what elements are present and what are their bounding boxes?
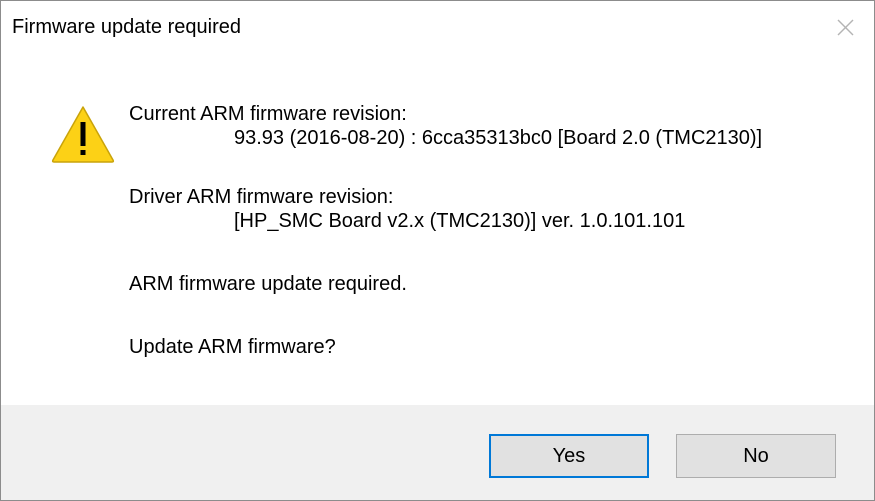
- driver-firmware-label: Driver ARM firmware revision:: [129, 186, 394, 208]
- no-button[interactable]: No: [676, 434, 836, 478]
- yes-button[interactable]: Yes: [489, 434, 649, 478]
- update-required-text: ARM firmware update required.: [129, 273, 407, 295]
- message-area: Current ARM firmware revision: 93.93 (20…: [1, 55, 874, 405]
- title-bar: Firmware update required: [1, 1, 874, 55]
- message-text: Current ARM firmware revision: 93.93 (20…: [129, 102, 762, 359]
- close-button[interactable]: [816, 1, 874, 55]
- driver-firmware-value: [HP_SMC Board v2.x (TMC2130)] ver. 1.0.1…: [234, 210, 686, 232]
- warning-icon: [51, 106, 115, 163]
- window-title: Firmware update required: [12, 16, 241, 38]
- update-question-text: Update ARM firmware?: [129, 336, 336, 358]
- close-icon: [837, 19, 854, 36]
- current-firmware-value: 93.93 (2016-08-20) : 6cca35313bc0 [Board…: [234, 127, 763, 149]
- button-bar: Yes No: [1, 405, 874, 500]
- current-firmware-label: Current ARM firmware revision:: [129, 103, 407, 125]
- firmware-update-dialog: Firmware update required Current ARM fir…: [0, 0, 875, 501]
